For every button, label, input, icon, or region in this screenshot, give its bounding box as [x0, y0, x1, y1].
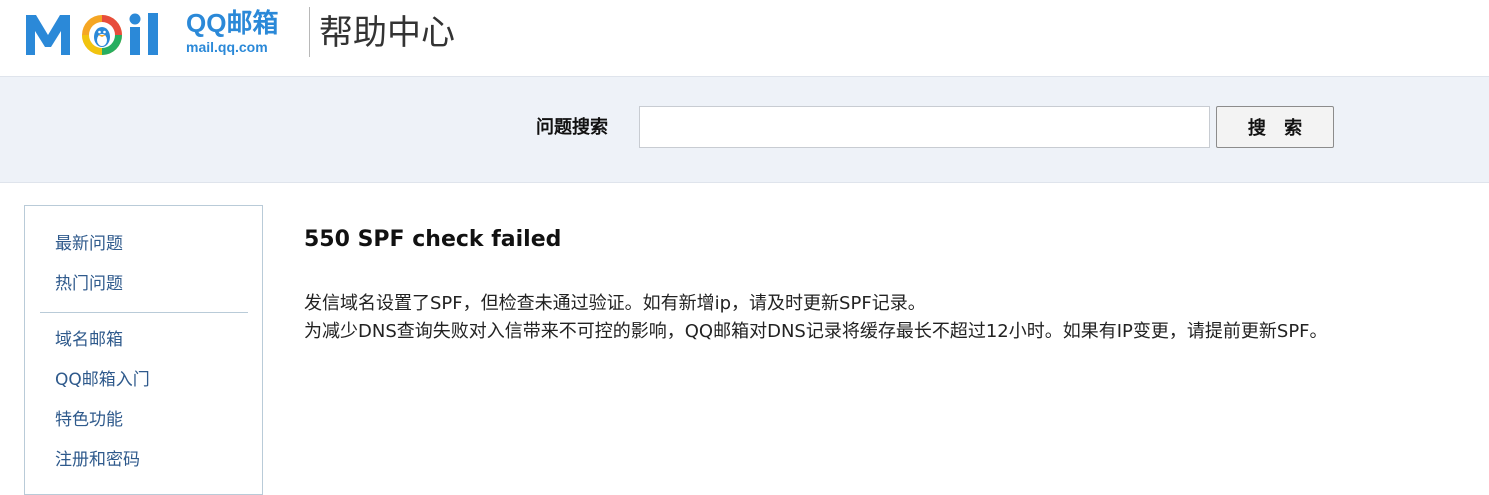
sidebar-divider	[40, 312, 248, 313]
sidebar-item-features[interactable]: 特色功能	[55, 409, 123, 431]
qq-mail-brand: QQ邮箱 mail.qq.com	[186, 8, 278, 55]
sidebar-item-latest[interactable]: 最新问题	[55, 233, 123, 255]
sidebar-item-getting-started[interactable]: QQ邮箱入门	[55, 369, 150, 391]
article-body: 发信域名设置了SPF，但检查未通过验证。如有新增ip，请及时更新SPF记录。 为…	[304, 290, 1484, 346]
qq-mail-logo[interactable]	[24, 9, 184, 59]
sidebar-nav: 最新问题 热门问题 域名邮箱 QQ邮箱入门 特色功能 注册和密码	[24, 205, 263, 495]
header-divider	[309, 7, 310, 57]
search-button[interactable]: 搜 索	[1216, 106, 1334, 148]
search-input[interactable]	[639, 106, 1210, 148]
sidebar-item-popular[interactable]: 热门问题	[55, 273, 123, 295]
search-bar: 问题搜索 搜 索	[0, 76, 1489, 183]
article-paragraph: 为减少DNS查询失败对入信带来不可控的影响，QQ邮箱对DNS记录将缓存最长不超过…	[304, 321, 1328, 342]
article: 550 SPF check failed 发信域名设置了SPF，但检查未通过验证…	[304, 226, 1328, 342]
sidebar-item-register-password[interactable]: 注册和密码	[55, 449, 140, 471]
article-title: 550 SPF check failed	[304, 227, 562, 252]
qq-penguin-logo-icon	[26, 13, 158, 55]
article-paragraph: 发信域名设置了SPF，但检查未通过验证。如有新增ip，请及时更新SPF记录。	[304, 293, 926, 314]
page-title: 帮助中心	[319, 13, 455, 53]
sidebar-item-domain-mail[interactable]: 域名邮箱	[55, 329, 123, 351]
search-label: 问题搜索	[536, 117, 608, 138]
brand-domain: mail.qq.com	[186, 39, 268, 55]
header: QQ邮箱 mail.qq.com 帮助中心	[0, 0, 1489, 76]
brand-title: QQ邮箱	[186, 8, 279, 38]
